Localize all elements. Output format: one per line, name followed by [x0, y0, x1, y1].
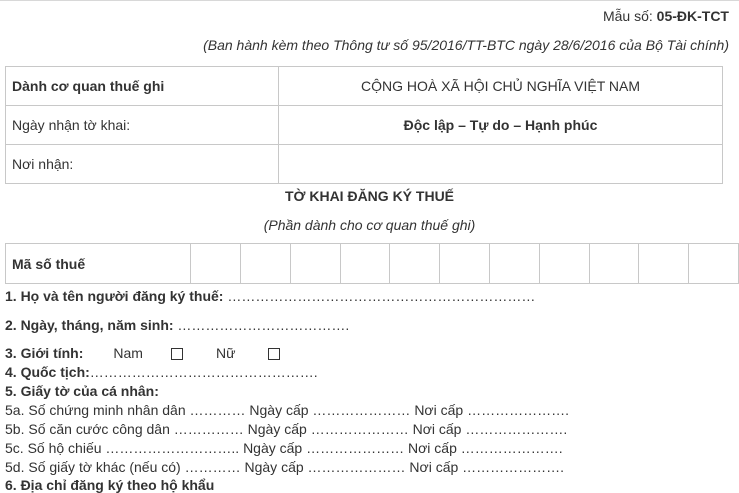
field-nationality-dots: ………………………………………….: [89, 364, 318, 380]
document-subtitle: (Phần dành cho cơ quan thuế ghi): [263, 217, 476, 233]
agency-header-table: Dành cơ quan thuế ghi CỘNG HOÀ XÃ HỘI CH…: [5, 66, 723, 184]
receipt-date-label: Ngày nhận tờ khai:: [5, 105, 279, 145]
form-number-prefix: Mẫu số:: [602, 8, 657, 24]
field-birth-date: 2. Ngày, tháng, năm sinh: ……………………………….: [5, 317, 349, 333]
field-other-papers: 5d. Số giấy tờ khác (nếu có) ………… Ngày c…: [5, 459, 565, 475]
agency-row: Nơi nhận:: [5, 144, 723, 184]
gender-female-checkbox-icon[interactable]: [268, 348, 281, 361]
field-registered-address: 6. Địa chỉ đăng ký theo hộ khẩu: [5, 477, 214, 493]
tax-code-digit-box[interactable]: [538, 243, 590, 284]
gender-female-label: Nữ: [215, 345, 236, 361]
field-nationality: 4. Quốc tịch:………………………………………….: [5, 364, 318, 380]
field-full-name-dots: …………………………………………………………: [223, 288, 536, 304]
tax-code-digit-box[interactable]: [488, 243, 540, 284]
field-personal-papers-label: 5. Giấy tờ của cá nhân:: [5, 383, 159, 399]
field-full-name: 1. Họ và tên người đăng ký thuế: ……………………: [5, 288, 535, 304]
tax-code-digit-box[interactable]: [588, 243, 640, 284]
tax-code-table: Mã số thuế: [4, 243, 739, 284]
empty-cell: [278, 144, 723, 184]
agency-cell-label: Dành cơ quan thuế ghi: [5, 66, 279, 106]
gender-male-checkbox-icon[interactable]: [170, 348, 183, 361]
field-nationality-label: 4. Quốc tịch:: [5, 364, 90, 380]
field-citizen-id: 5b. Số căn cước công dân …………… Ngày cấp …: [5, 421, 568, 437]
field-passport: 5c. Số hộ chiếu ……………………….. Ngày cấp …………: [5, 440, 563, 456]
tax-code-digit-box[interactable]: [289, 243, 341, 284]
field-birth-date-dots: ……………………………….: [173, 317, 350, 333]
tax-code-digit-box[interactable]: [240, 243, 291, 284]
tax-code-label: Mã số thuế: [4, 243, 192, 284]
field-birth-date-label: 2. Ngày, tháng, năm sinh:: [5, 317, 174, 333]
issued-by-note: (Ban hành kèm theo Thông tư số 95/2016/T…: [203, 37, 729, 53]
gender-male-label: Nam: [113, 345, 143, 361]
agency-row: Ngày nhận tờ khai: Độc lập – Tự do – Hạn…: [5, 105, 723, 145]
form-number: Mẫu số: 05-ĐK-TCT: [603, 8, 729, 24]
tax-code-row: Mã số thuế: [4, 243, 739, 284]
field-gender: 3. Giới tính: Nam Nữ: [5, 345, 281, 361]
document-title: TỜ KHAI ĐĂNG KÝ THUẾ: [284, 188, 455, 204]
tax-code-digit-box[interactable]: [339, 243, 391, 284]
field-full-name-label: 1. Họ và tên người đăng ký thuế:: [5, 288, 224, 304]
tax-code-digit-box[interactable]: [439, 243, 490, 284]
agency-row: Dành cơ quan thuế ghi CỘNG HOÀ XÃ HỘI CH…: [5, 66, 723, 106]
field-registered-address-label: 6. Địa chỉ đăng ký theo hộ khẩu: [5, 477, 215, 493]
national-title: CỘNG HOÀ XÃ HỘI CHỦ NGHĨA VIỆT NAM: [278, 66, 723, 106]
field-id-card: 5a. Số chứng minh nhân dân ………… Ngày cấp…: [5, 402, 569, 418]
receiving-place-label: Nơi nhận:: [5, 144, 279, 184]
field-gender-label: 3. Giới tính:: [5, 345, 84, 361]
tax-code-digit-box[interactable]: [638, 243, 690, 284]
tax-code-digit-box[interactable]: [389, 243, 441, 284]
form-number-code: 05-ĐK-TCT: [656, 8, 729, 24]
tax-code-digit-box[interactable]: [688, 243, 739, 284]
national-motto: Độc lập – Tự do – Hạnh phúc: [278, 105, 723, 145]
top-divider: [0, 0, 739, 1]
field-personal-papers: 5. Giấy tờ của cá nhân:: [5, 383, 159, 399]
tax-code-digit-box[interactable]: [190, 243, 242, 284]
